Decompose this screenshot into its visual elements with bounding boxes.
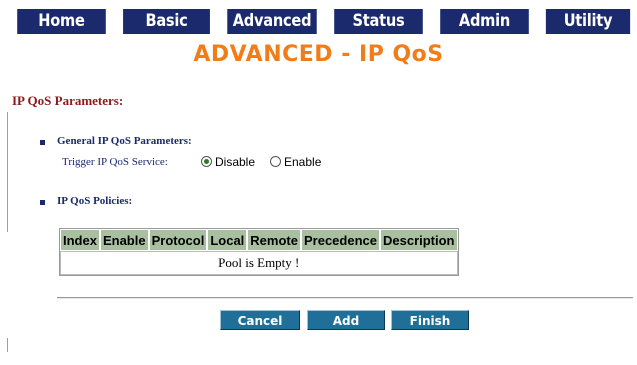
column-header-enable: Enable <box>99 229 149 251</box>
enable-radio-label: Enable <box>284 155 322 169</box>
nav-basic[interactable]: Basic <box>123 9 210 34</box>
add-button[interactable]: Add <box>307 310 385 330</box>
nav-home[interactable]: Home <box>17 9 106 34</box>
column-header-index: Index <box>60 229 100 251</box>
top-navigation: Home Basic Advanced Status Admin Utility <box>0 0 637 34</box>
radio-selected-dot <box>204 159 209 164</box>
column-header-protocol: Protocol <box>148 229 208 251</box>
divider <box>57 297 633 299</box>
bullet-icon <box>40 200 45 205</box>
left-border-line <box>7 338 8 352</box>
nav-utility[interactable]: Utility <box>545 9 631 34</box>
table-row: Pool is Empty ! <box>60 251 458 275</box>
column-header-precedence: Precedence <box>300 229 380 251</box>
column-header-local: Local <box>207 229 248 251</box>
disable-radio[interactable] <box>201 156 212 167</box>
bullet-icon <box>40 140 45 145</box>
left-border-line <box>7 112 8 232</box>
trigger-qos-label: Trigger IP QoS Service: <box>62 156 168 168</box>
nav-advanced[interactable]: Advanced <box>227 9 317 34</box>
column-header-description: Description <box>379 229 458 251</box>
disable-radio-label: Disable <box>215 155 256 169</box>
column-header-remote: Remote <box>247 229 301 251</box>
policies-heading: IP QoS Policies: <box>57 195 133 207</box>
finish-button[interactable]: Finish <box>391 310 469 330</box>
empty-pool-message: Pool is Empty ! <box>60 251 458 275</box>
general-params-heading: General IP QoS Parameters: <box>57 135 192 147</box>
section-heading: IP QoS Parameters: <box>12 93 124 108</box>
cancel-button[interactable]: Cancel <box>220 310 300 330</box>
nav-status[interactable]: Status <box>334 9 423 34</box>
nav-admin[interactable]: Admin <box>440 9 529 34</box>
policies-table: Index Enable Protocol Local Remote Prece… <box>59 228 459 276</box>
table-header-row: Index Enable Protocol Local Remote Prece… <box>60 229 458 251</box>
enable-radio[interactable] <box>270 156 281 167</box>
page-title: ADVANCED - IP QoS <box>193 42 444 67</box>
